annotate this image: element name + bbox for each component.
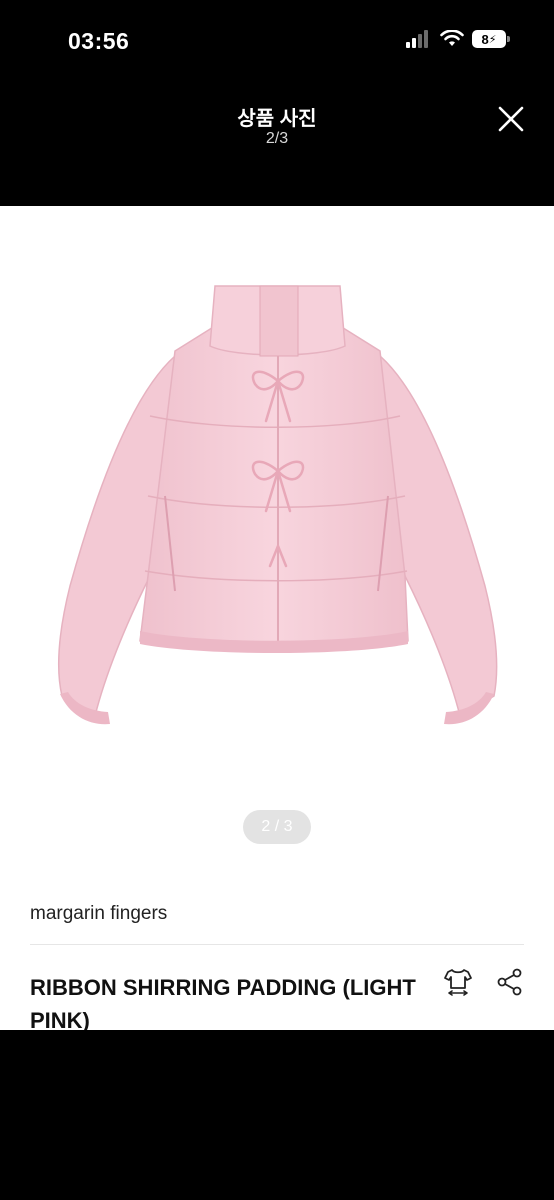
bolt-icon: ⚡	[488, 33, 497, 46]
share-icon[interactable]	[494, 966, 526, 998]
status-icons: 8 ⚡	[406, 30, 510, 48]
status-bar: 03:56 8 ⚡	[0, 0, 554, 80]
page-title: 상품 사진	[237, 108, 317, 130]
photo-counter: 2/3	[265, 130, 289, 147]
close-icon[interactable]	[496, 104, 526, 134]
product-title: RIBBON SHIRRING PADDING (LIGHT PINK)	[30, 975, 416, 1033]
viewer-header: 상품 사진 2/3	[0, 80, 554, 206]
signal-icon	[406, 30, 428, 48]
status-time: 03:56	[68, 28, 130, 54]
battery-cap	[507, 36, 510, 42]
divider	[30, 944, 524, 945]
battery-charging-icon: 8 ⚡	[472, 30, 510, 48]
product-content: 2 / 3 margarin fingers RIBBON SHIRRING P…	[0, 206, 554, 1033]
bottom-overlay	[0, 1030, 554, 1200]
brand-name[interactable]: margarin fingers	[30, 903, 167, 925]
size-guide-icon[interactable]	[442, 966, 474, 998]
wifi-icon	[440, 30, 464, 46]
gallery-pager: 2 / 3	[243, 810, 311, 844]
battery-level: 8	[481, 31, 489, 47]
product-photo[interactable]	[0, 246, 554, 806]
